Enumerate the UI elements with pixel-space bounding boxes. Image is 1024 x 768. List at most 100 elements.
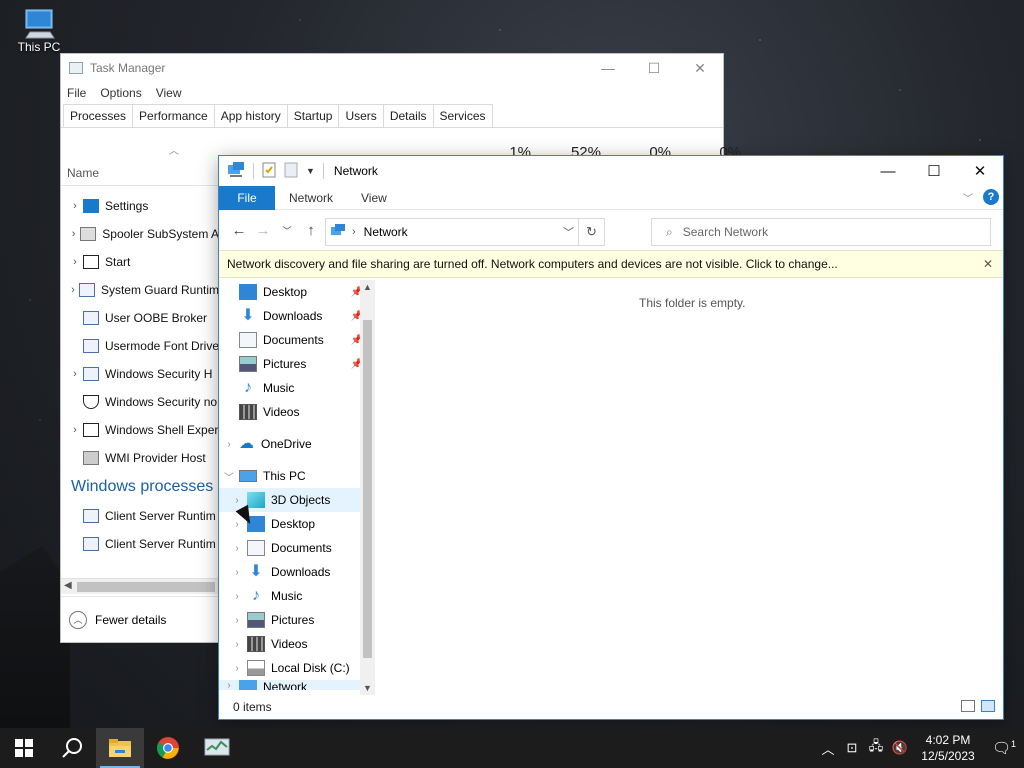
back-arrow-icon[interactable]: ← <box>227 222 251 239</box>
refresh-icon[interactable]: ↻ <box>578 219 604 245</box>
process-row[interactable]: User OOBE Broker <box>61 304 219 332</box>
expand-chevron-icon[interactable]: › <box>227 543 247 554</box>
network-status-icon[interactable]: ⊡ <box>840 740 864 756</box>
forward-arrow-icon[interactable]: → <box>251 222 275 239</box>
ribbon-tab-file[interactable]: File <box>219 185 275 210</box>
ribbon-tab-network[interactable]: Network <box>275 191 347 205</box>
expand-chevron-icon[interactable]: › <box>227 591 247 602</box>
expand-chevron-icon[interactable]: › <box>61 228 80 240</box>
start-button[interactable] <box>0 728 48 768</box>
infobar-message[interactable]: Network discovery and file sharing are t… <box>227 257 838 271</box>
search-button[interactable] <box>48 728 96 768</box>
expand-chevron-icon[interactable]: › <box>61 200 83 212</box>
action-center-button[interactable]: 🗨1 <box>984 739 1024 757</box>
volume-muted-icon[interactable]: 🔇 <box>888 740 912 756</box>
nav-item-pc-downloads[interactable]: › ⬇ Downloads <box>219 560 375 584</box>
nav-pane-scrollbar[interactable]: ▲ ▼ <box>360 280 375 695</box>
recent-locations-chevron-icon[interactable]: ﹀ <box>275 224 299 237</box>
scroll-up-icon[interactable]: ▲ <box>363 282 372 292</box>
clock[interactable]: 4:02 PM 12/5/2023 <box>912 732 984 764</box>
close-button[interactable]: ✕ <box>957 156 1003 186</box>
network-discovery-infobar[interactable]: Network discovery and file sharing are t… <box>219 250 1003 278</box>
minimize-button[interactable]: — <box>865 156 911 186</box>
nav-item-pc-documents[interactable]: › Documents <box>219 536 375 560</box>
nav-item-pc-music[interactable]: › ♪ Music <box>219 584 375 608</box>
help-icon[interactable]: ? <box>983 189 999 205</box>
expand-chevron-icon[interactable]: › <box>227 495 247 506</box>
desktop-icon-this-pc[interactable]: This PC <box>14 8 64 54</box>
address-dropdown-icon[interactable]: ﹀ <box>563 224 574 240</box>
breadcrumb-chevron-icon[interactable]: › <box>352 226 356 238</box>
process-row[interactable]: › Windows Security H <box>61 360 219 388</box>
taskbar-task-manager[interactable] <box>192 728 242 768</box>
nav-item-local-disk[interactable]: › Local Disk (C:) <box>219 656 375 680</box>
expand-chevron-icon[interactable]: › <box>227 615 247 626</box>
nav-item-pc-pictures[interactable]: › Pictures <box>219 608 375 632</box>
process-row[interactable]: WMI Provider Host <box>61 444 219 472</box>
tab-startup[interactable]: Startup <box>286 104 340 127</box>
nav-item-quick-documents[interactable]: Documents 📌 <box>219 328 375 352</box>
network-folder-icon[interactable] <box>227 161 245 181</box>
process-row[interactable]: Windows Security no <box>61 388 219 416</box>
tab-app-history[interactable]: App history <box>213 104 288 127</box>
expand-ribbon-chevron-icon[interactable]: ﹀ <box>963 190 973 205</box>
horizontal-scrollbar[interactable]: ◀ <box>61 578 219 594</box>
details-view-icon[interactable] <box>961 700 975 712</box>
process-row[interactable]: › Windows Shell Exper <box>61 416 219 444</box>
expand-chevron-icon[interactable]: › <box>219 439 239 450</box>
address-bar[interactable]: › Network ﹀ ↻ <box>325 218 605 246</box>
nav-item-quick-videos[interactable]: Videos <box>219 400 375 424</box>
maximize-button[interactable]: ☐ <box>631 54 677 82</box>
up-arrow-icon[interactable]: ↑ <box>299 222 323 239</box>
nav-item-onedrive[interactable]: › ☁ OneDrive <box>219 432 375 456</box>
column-name[interactable]: Name <box>67 166 99 180</box>
expand-chevron-icon[interactable]: › <box>227 639 247 650</box>
scrollbar-thumb[interactable] <box>77 582 215 592</box>
collapse-chevron-icon[interactable]: ﹀ <box>219 469 239 484</box>
process-row[interactable]: › System Guard Runtim <box>61 276 219 304</box>
process-row[interactable]: Client Server Runtim <box>61 502 219 530</box>
scroll-left-icon[interactable]: ◀ <box>64 580 72 591</box>
process-row[interactable]: Client Server Runtim <box>61 530 219 558</box>
process-row[interactable]: › Spooler SubSystem A <box>61 220 219 248</box>
nav-item-this-pc[interactable]: ﹀ This PC <box>219 464 375 488</box>
scroll-down-icon[interactable]: ▼ <box>363 683 372 693</box>
large-icons-view-icon[interactable] <box>981 700 995 712</box>
menu-file[interactable]: File <box>67 86 86 100</box>
infobar-close-icon[interactable]: ✕ <box>983 257 993 271</box>
nav-item-quick-desktop[interactable]: Desktop 📌 <box>219 280 375 304</box>
tab-details[interactable]: Details <box>382 104 434 127</box>
process-row[interactable]: › Start <box>61 248 219 276</box>
ribbon-tab-view[interactable]: View <box>347 191 401 205</box>
tab-processes[interactable]: Processes <box>63 104 134 127</box>
process-row[interactable]: Usermode Font Drive <box>61 332 219 360</box>
expand-chevron-icon[interactable]: › <box>61 424 83 436</box>
expand-chevron-icon[interactable]: › <box>219 680 239 690</box>
show-hidden-icons-chevron-icon[interactable]: ︿ <box>816 739 840 758</box>
nav-item-quick-pictures[interactable]: Pictures 📌 <box>219 352 375 376</box>
file-list-pane[interactable]: This folder is empty. <box>375 280 1003 695</box>
menu-view[interactable]: View <box>156 86 182 100</box>
breadcrumb-network[interactable]: Network <box>364 225 408 239</box>
fewer-details-link[interactable]: Fewer details <box>95 613 166 627</box>
expand-chevron-icon[interactable]: › <box>61 256 83 268</box>
expand-chevron-icon[interactable]: › <box>61 284 79 296</box>
tab-users[interactable]: Users <box>338 104 384 127</box>
scrollbar-thumb[interactable] <box>363 320 372 658</box>
ethernet-icon[interactable]: 🖧 <box>864 737 888 759</box>
tab-performance[interactable]: Performance <box>132 104 215 127</box>
search-box[interactable]: ⌕ Search Network <box>651 218 991 246</box>
tab-services[interactable]: Services <box>432 104 493 127</box>
properties-icon[interactable] <box>262 162 276 181</box>
menu-options[interactable]: Options <box>100 86 141 100</box>
nav-item-quick-downloads[interactable]: ⬇ Downloads 📌 <box>219 304 375 328</box>
expand-chevron-icon[interactable]: › <box>61 368 83 380</box>
nav-item-network[interactable]: › Network <box>219 680 375 690</box>
taskbar-file-explorer[interactable] <box>96 728 144 768</box>
collapse-circle-icon[interactable]: ︿ <box>69 610 87 629</box>
customize-toolbar-icon[interactable]: ▼ <box>306 166 315 176</box>
new-folder-icon[interactable] <box>284 162 298 181</box>
expand-chevron-icon[interactable]: › <box>227 567 247 578</box>
nav-item-pc-videos[interactable]: › Videos <box>219 632 375 656</box>
nav-item-quick-music[interactable]: ♪ Music <box>219 376 375 400</box>
